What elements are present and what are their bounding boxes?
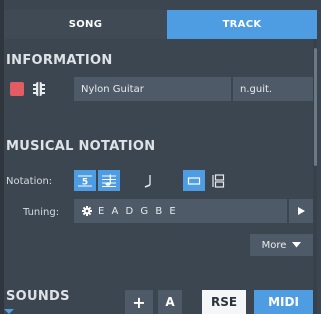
multi-staff-toggle[interactable] (207, 170, 229, 191)
play-icon (298, 207, 305, 215)
gear-icon[interactable] (82, 206, 92, 216)
track-name-field[interactable]: Nylon Guitar (74, 77, 231, 101)
midi-button[interactable]: MIDI (254, 290, 313, 314)
more-button[interactable]: More (250, 234, 313, 256)
single-staff-icon (187, 176, 201, 185)
standard-notation-toggle[interactable] (98, 170, 120, 191)
guitar-head-icon[interactable] (30, 80, 48, 98)
notation-label: Notation: (6, 176, 53, 187)
tab-bar: SONG TRACK (4, 10, 317, 39)
collapse-corner-icon (4, 309, 14, 314)
tab-song[interactable]: SONG (4, 10, 167, 39)
track-panel: SONG TRACK INFORMATION Nylon Guitar n.gu… (0, 0, 321, 314)
tab-5-icon: 5 (78, 175, 92, 187)
track-color-swatch[interactable] (10, 82, 24, 96)
slash-notation-toggle[interactable] (138, 170, 160, 191)
single-staff-toggle[interactable] (183, 170, 205, 191)
tuning-label: Tuning: (23, 207, 60, 218)
svg-text:5: 5 (82, 177, 88, 187)
tablature-toggle[interactable]: 5 (74, 170, 96, 191)
rse-button[interactable]: RSE (202, 290, 246, 314)
play-tuning-button[interactable] (289, 199, 313, 223)
add-sound-button[interactable]: + (125, 290, 153, 314)
information-section-title: INFORMATION (6, 53, 113, 68)
tuning-field[interactable]: E A D G B E (74, 199, 287, 223)
tuning-value: E A D G B E (98, 205, 178, 217)
slash-note-icon (144, 174, 151, 188)
multi-staff-icon (212, 173, 225, 188)
track-short-name-field[interactable]: n.guit. (233, 77, 313, 101)
caret-down-icon (292, 242, 302, 248)
automation-button[interactable]: A (158, 290, 182, 314)
tab-track[interactable]: TRACK (167, 10, 317, 39)
notation-section-title: MUSICAL NOTATION (6, 139, 156, 154)
more-label: More (261, 239, 287, 251)
panel-left-edge (0, 0, 4, 314)
sounds-section-title: SOUNDS (6, 289, 70, 304)
scrollbar-thumb[interactable] (314, 48, 317, 166)
standard-notation-icon (102, 174, 116, 187)
